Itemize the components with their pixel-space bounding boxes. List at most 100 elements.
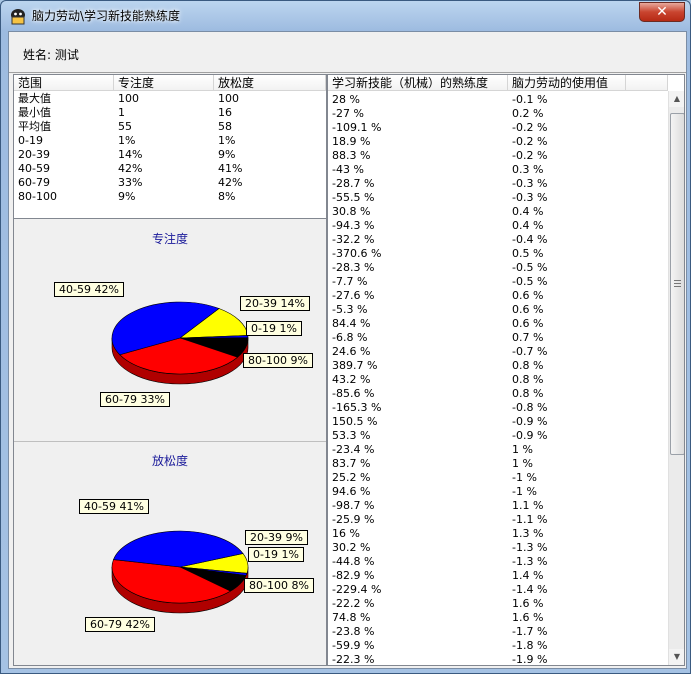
table-row[interactable]: 60-79 33% 42% <box>14 176 326 190</box>
list-item[interactable]: 18.9 % -0.2 % <box>328 135 668 149</box>
list-item[interactable]: -43 % 0.3 % <box>328 163 668 177</box>
list-item[interactable]: -22.3 % -1.9 % <box>328 653 668 666</box>
table-cell: 8% <box>218 190 236 203</box>
list-item[interactable]: 83.7 % 1 % <box>328 457 668 471</box>
list-cell: -0.9 % <box>512 415 548 428</box>
list-cell: -0.2 % <box>512 135 548 148</box>
list-cell: 0.4 % <box>512 219 544 232</box>
column-header-relax[interactable]: 放松度 <box>214 75 326 91</box>
list-item[interactable]: -7.7 % -0.5 % <box>328 275 668 289</box>
list-item[interactable]: -32.2 % -0.4 % <box>328 233 668 247</box>
table-row[interactable]: 最大值 100 100 <box>14 92 326 106</box>
list-item[interactable]: 389.7 % 0.8 % <box>328 359 668 373</box>
list-item[interactable]: 150.5 % -0.9 % <box>328 415 668 429</box>
list-cell: 0.6 % <box>512 303 544 316</box>
list-cell: 1.3 % <box>512 527 544 540</box>
list-item[interactable]: -229.4 % -1.4 % <box>328 583 668 597</box>
list-item[interactable]: 84.4 % 0.6 % <box>328 317 668 331</box>
relax-pie-chart: 放松度 40-59 41% 20-39 9% 0-19 1% 80-100 8%… <box>14 442 326 665</box>
list-cell: 1.4 % <box>512 569 544 582</box>
list-item[interactable]: 43.2 % 0.8 % <box>328 373 668 387</box>
table-row[interactable]: 80-100 9% 8% <box>14 190 326 204</box>
column-header-skill[interactable]: 学习新技能（机械）的熟练度 <box>328 75 508 91</box>
list-item[interactable]: 94.6 % -1 % <box>328 485 668 499</box>
pie-label-80-100: 80-100 8% <box>244 578 314 593</box>
list-item[interactable]: -28.7 % -0.3 % <box>328 177 668 191</box>
list-item[interactable]: -23.8 % -1.7 % <box>328 625 668 639</box>
table-row[interactable]: 20-39 14% 9% <box>14 148 326 162</box>
app-icon <box>11 9 25 25</box>
list-item[interactable]: 24.6 % -0.7 % <box>328 345 668 359</box>
list-item[interactable]: 74.8 % 1.6 % <box>328 611 668 625</box>
list-item[interactable]: -27.6 % 0.6 % <box>328 289 668 303</box>
list-cell: 1.6 % <box>512 611 544 624</box>
list-item[interactable]: -165.3 % -0.8 % <box>328 401 668 415</box>
column-header-focus[interactable]: 专注度 <box>114 75 214 91</box>
scroll-up-icon[interactable]: ▲ <box>669 91 684 107</box>
table-cell: 42% <box>118 162 143 175</box>
scroll-down-icon[interactable]: ▼ <box>669 649 684 665</box>
list-cell: -1.3 % <box>512 541 548 554</box>
table-cell: 9% <box>118 190 136 203</box>
list-cell: 24.6 % <box>332 345 371 358</box>
list-cell: -1.9 % <box>512 653 548 666</box>
table-cell: 80-100 <box>18 190 57 203</box>
list-item[interactable]: -23.4 % 1 % <box>328 443 668 457</box>
list-item[interactable]: -28.3 % -0.5 % <box>328 261 668 275</box>
table-row[interactable]: 40-59 42% 41% <box>14 162 326 176</box>
table-row[interactable]: 平均值 55 58 <box>14 120 326 134</box>
results-list[interactable]: 学习新技能（机械）的熟练度 脑力劳动的使用值 28 % -0.1 % -27 % 0.… <box>327 74 685 666</box>
list-cell: 83.7 % <box>332 457 371 470</box>
list-cell: -59.9 % <box>332 639 375 652</box>
table-cell: 55 <box>118 120 132 133</box>
column-header-mental[interactable]: 脑力劳动的使用值 <box>508 75 626 91</box>
list-item[interactable]: 28 % -0.1 % <box>328 93 668 107</box>
table-cell: 0-19 <box>18 134 43 147</box>
list-item[interactable]: -5.3 % 0.6 % <box>328 303 668 317</box>
table-cell: 1% <box>218 134 236 147</box>
list-cell: 0.6 % <box>512 317 544 330</box>
scrollbar-thumb[interactable] <box>670 113 684 455</box>
list-cell: -0.7 % <box>512 345 548 358</box>
user-name-label: 姓名: 测试 <box>23 48 79 62</box>
list-item[interactable]: -85.6 % 0.8 % <box>328 387 668 401</box>
column-header-empty <box>626 75 668 91</box>
list-cell: 1 % <box>512 443 533 456</box>
list-item[interactable]: -6.8 % 0.7 % <box>328 331 668 345</box>
column-header-range[interactable]: 范围 <box>14 75 114 91</box>
list-item[interactable]: 16 % 1.3 % <box>328 527 668 541</box>
list-item[interactable]: -98.7 % 1.1 % <box>328 499 668 513</box>
table-cell: 1 <box>118 106 125 119</box>
list-item[interactable]: 30.2 % -1.3 % <box>328 541 668 555</box>
title-bar[interactable]: 脑力劳动\学习新技能熟练度 ✕ <box>1 1 690 31</box>
list-item[interactable]: -82.9 % 1.4 % <box>328 569 668 583</box>
close-button[interactable]: ✕ <box>639 2 685 22</box>
table-row[interactable]: 最小值 1 16 <box>14 106 326 120</box>
list-cell: -22.3 % <box>332 653 375 666</box>
list-item[interactable]: -27 % 0.2 % <box>328 107 668 121</box>
list-item[interactable]: 30.8 % 0.4 % <box>328 205 668 219</box>
list-cell: 0.8 % <box>512 359 544 372</box>
table-cell: 60-79 <box>18 176 50 189</box>
list-item[interactable]: -109.1 % -0.2 % <box>328 121 668 135</box>
list-item[interactable]: -59.9 % -1.8 % <box>328 639 668 653</box>
list-item[interactable]: -370.6 % 0.5 % <box>328 247 668 261</box>
list-item[interactable]: -94.3 % 0.4 % <box>328 219 668 233</box>
focus-pie-chart: 专注度 40-59 42% 20-39 14% 0-19 1% 80-100 9… <box>14 220 326 442</box>
vertical-scrollbar[interactable]: ▲ ▼ <box>668 91 684 665</box>
table-cell: 58 <box>218 120 232 133</box>
list-item[interactable]: 88.3 % -0.2 % <box>328 149 668 163</box>
table-cell: 42% <box>218 176 243 189</box>
list-cell: -0.3 % <box>512 191 548 204</box>
list-cell: 94.6 % <box>332 485 371 498</box>
list-item[interactable]: -22.2 % 1.6 % <box>328 597 668 611</box>
table-cell: 40-59 <box>18 162 50 175</box>
list-item[interactable]: 25.2 % -1 % <box>328 471 668 485</box>
list-item[interactable]: 53.3 % -0.9 % <box>328 429 668 443</box>
list-item[interactable]: -44.8 % -1.3 % <box>328 555 668 569</box>
table-row[interactable]: 0-19 1% 1% <box>14 134 326 148</box>
list-item[interactable]: -25.9 % -1.1 % <box>328 513 668 527</box>
stats-table[interactable]: 范围 专注度 放松度 最大值 100 100 最小值 1 16 平均值 55 58 0-19 1% 1… <box>14 75 326 219</box>
list-cell: -6.8 % <box>332 331 368 344</box>
list-item[interactable]: -55.5 % -0.3 % <box>328 191 668 205</box>
